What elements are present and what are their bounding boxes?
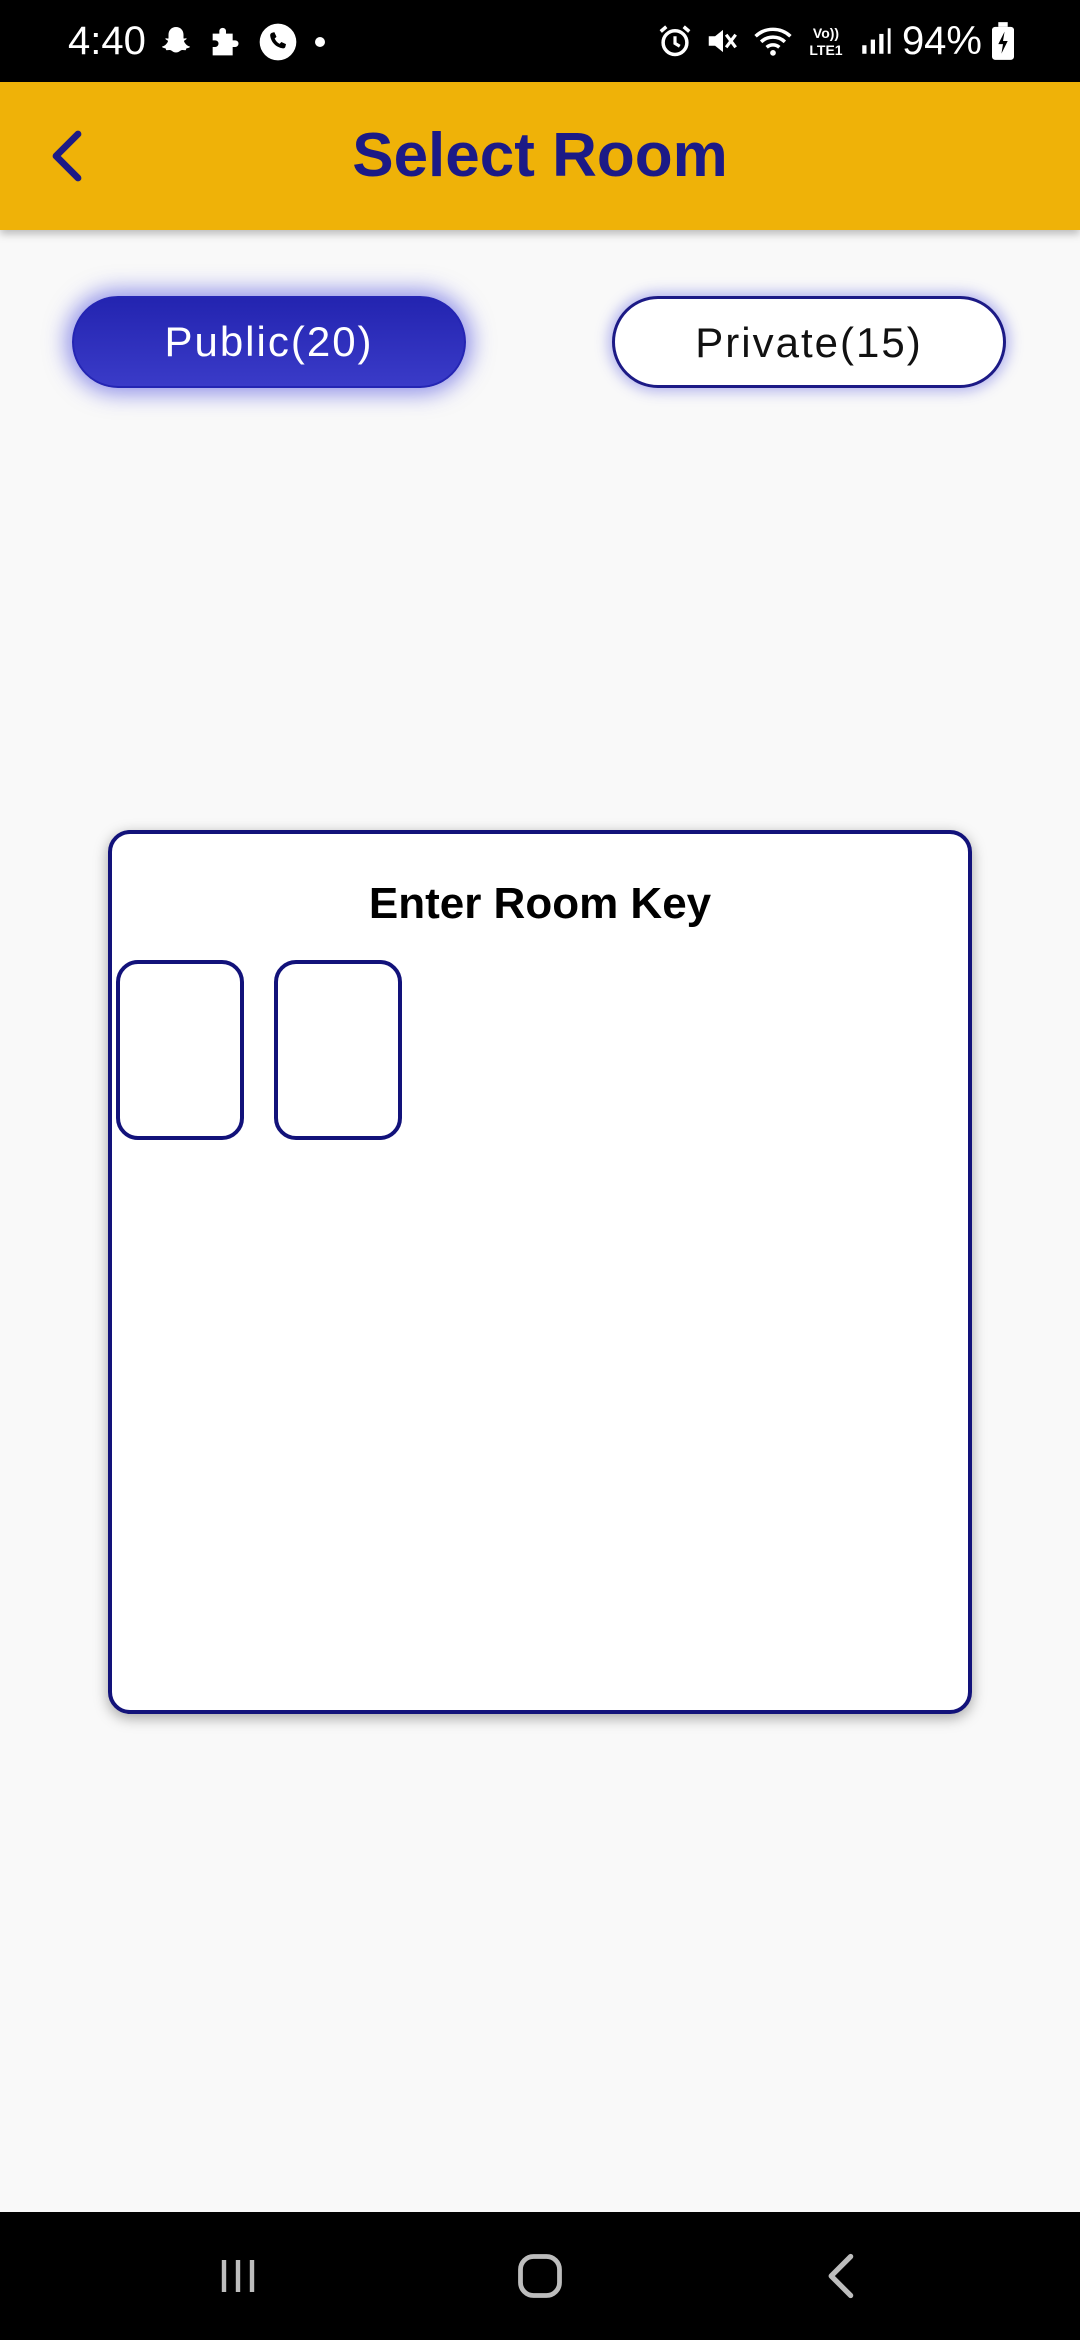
svg-text:Vo)): Vo)) (813, 25, 839, 41)
puzzle-icon (212, 27, 239, 56)
battery-percentage: 94% (901, 19, 982, 63)
status-notification-icons (158, 20, 330, 64)
app-bar: Select Room (0, 82, 1080, 230)
mute-icon (708, 29, 737, 53)
alarm-icon (659, 25, 691, 57)
status-system-icons: Vo)) LTE1 94% (656, 18, 1014, 64)
wifi-icon (754, 27, 792, 56)
nav-home-button[interactable] (490, 2236, 590, 2316)
back-icon (828, 2253, 854, 2299)
nav-recents-button[interactable] (188, 2236, 288, 2316)
signal-icon (862, 28, 891, 54)
room-key-input-2[interactable] (274, 960, 402, 1140)
snapchat-icon (161, 27, 191, 53)
volte-icon: Vo)) LTE1 (809, 25, 842, 58)
battery-charging-icon (992, 22, 1014, 60)
room-key-input-1[interactable] (116, 960, 244, 1140)
svg-text:LTE1: LTE1 (809, 42, 842, 58)
card-title: Enter Room Key (368, 879, 712, 928)
nav-back-button[interactable] (792, 2236, 892, 2316)
recents-icon (221, 2260, 255, 2292)
room-key-card: Enter Room Key (108, 830, 972, 1714)
chevron-left-icon (52, 130, 82, 182)
tab-private[interactable]: Private(15) (612, 296, 1006, 388)
status-bar: 4:40 Vo)) LTE1 94% (0, 0, 1080, 82)
dot-icon (315, 37, 325, 47)
status-time: 4:40 (68, 19, 146, 63)
home-icon (518, 2254, 562, 2298)
page-title: Select Room (352, 121, 728, 190)
back-button[interactable] (30, 118, 106, 194)
system-nav-bar (0, 2212, 1080, 2340)
tab-public[interactable]: Public(20) (72, 296, 466, 388)
phone-call-icon (259, 23, 297, 61)
